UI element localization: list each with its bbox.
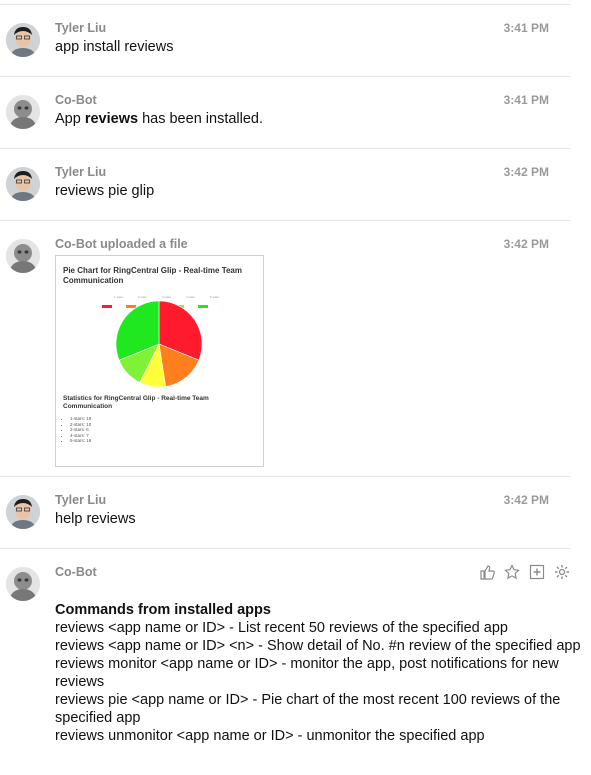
help-heading: Commands from installed apps — [55, 602, 271, 618]
message-timestamp: 3:41 PM — [503, 93, 549, 107]
avatar[interactable] — [6, 239, 40, 273]
message-item: Tyler Liu 3:42 PM reviews pie glip — [0, 148, 570, 221]
avatar[interactable] — [6, 567, 40, 601]
stats-item: 5-stars: 19 — [70, 438, 91, 444]
message-author[interactable]: Tyler Liu — [55, 21, 106, 35]
help-line: reviews pie <app name or ID> - Pie chart… — [55, 692, 561, 726]
bot-avatar-icon — [6, 239, 40, 273]
help-text: Commands from installed apps reviews <ap… — [55, 601, 585, 745]
message-text-post: has been installed. — [138, 111, 264, 127]
help-line: reviews monitor <app name or ID> - monit… — [55, 656, 559, 690]
stats-item: 1-stars: 19 — [70, 416, 91, 422]
legend-label: 2 stars — [138, 295, 148, 299]
user-avatar-icon — [6, 495, 40, 529]
avatar[interactable] — [6, 23, 40, 57]
bot-avatar-icon — [6, 95, 40, 129]
user-avatar-icon — [6, 23, 40, 57]
add-icon[interactable] — [528, 563, 545, 580]
message-item: Tyler Liu 3:42 PM help reviews — [0, 476, 570, 549]
stats-title: Statistics for RingCentral Glip - Real-t… — [63, 395, 209, 410]
message-author[interactable]: Co-Bot — [55, 565, 97, 579]
message-text: help reviews — [55, 511, 136, 527]
avatar[interactable] — [6, 95, 40, 129]
message-text: App reviews has been installed. — [55, 111, 263, 127]
legend-swatch — [102, 305, 112, 308]
message-author[interactable]: Tyler Liu — [55, 165, 106, 179]
message-timestamp: 3:42 PM — [503, 237, 549, 251]
star-icon[interactable] — [503, 563, 520, 580]
message-item: Co-Bot 3:41 PM App reviews has been inst… — [0, 76, 570, 149]
stats-list: 1-stars: 19 2-stars: 10 3-stars: 6 4-sta… — [62, 416, 91, 444]
message-timestamp: 3:41 PM — [503, 21, 549, 35]
help-line: reviews <app name or ID> - List recent 5… — [55, 620, 508, 636]
pie-chart — [115, 300, 203, 388]
legend-label: 1 stars — [114, 295, 124, 299]
legend-label: 4 stars — [186, 295, 196, 299]
message-timestamp: 3:42 PM — [503, 165, 549, 179]
message-actions — [478, 563, 570, 580]
legend-label: 3 stars — [162, 295, 172, 299]
message-text-pre: App — [55, 111, 85, 127]
avatar[interactable] — [6, 167, 40, 201]
message-timestamp: 3:42 PM — [503, 493, 549, 507]
message-text-bold: reviews — [84, 111, 139, 127]
gear-icon[interactable] — [553, 563, 570, 580]
bot-avatar-icon — [6, 567, 40, 601]
message-item: Co-Bot uploaded a file 3:42 PM Pie Chart… — [0, 220, 570, 477]
stats-item: 3-stars: 6 — [70, 427, 91, 433]
message-item: Co-Bot Commands from installed apps revi… — [0, 548, 581, 775]
message-text: reviews pie glip — [55, 183, 155, 199]
like-icon[interactable] — [478, 563, 495, 580]
message-author[interactable]: Co-Bot uploaded a file — [55, 237, 188, 251]
chart-title: Pie Chart for RingCentral Glip - Real-ti… — [63, 266, 242, 285]
legend-label: 5 stars — [210, 295, 220, 299]
avatar[interactable] — [6, 495, 40, 529]
help-line: reviews <app name or ID> <n> - Show deta… — [55, 638, 581, 654]
message-item: Tyler Liu 3:41 PM app install reviews — [0, 4, 570, 77]
help-line: reviews unmonitor <app name or ID> - unm… — [55, 728, 485, 744]
message-text: app install reviews — [55, 39, 174, 55]
message-author[interactable]: Tyler Liu — [55, 493, 106, 507]
user-avatar-icon — [6, 167, 40, 201]
file-attachment-preview[interactable]: Pie Chart for RingCentral Glip - Real-ti… — [55, 255, 264, 467]
message-author[interactable]: Co-Bot — [55, 93, 97, 107]
